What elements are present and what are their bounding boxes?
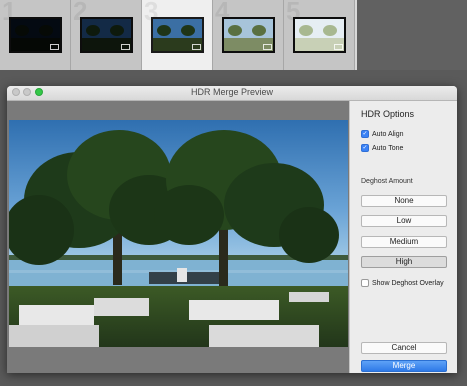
title-bar[interactable]: HDR Merge Preview [7,86,457,101]
filmstrip: 1 2 3 4 5 [0,0,357,70]
filmstrip-cell-4[interactable]: 4 [213,0,284,70]
thumbnail-3[interactable] [151,17,204,53]
auto-align-checkbox[interactable]: ✓ [361,130,369,138]
auto-tone-row[interactable]: ✓ Auto Tone [361,144,403,152]
thumbnail-5[interactable] [293,17,346,53]
thumbnail-2[interactable] [80,17,133,53]
hdr-merge-dialog: HDR Merge Preview HDR Options ✓ Auto Ali… [7,86,457,373]
filmstrip-cell-3[interactable]: 3 [142,0,213,70]
stack-badge-icon [50,44,59,50]
deghost-low-button[interactable]: Low [361,215,447,227]
deghost-amount-label: Deghost Amount [361,178,413,185]
stack-badge-icon [121,44,130,50]
deghost-medium-button[interactable]: Medium [361,236,447,248]
merge-button[interactable]: Merge [361,360,447,372]
auto-align-row[interactable]: ✓ Auto Align [361,130,404,138]
hdr-preview-image [9,120,348,347]
hdr-options-title: HDR Options [361,109,415,119]
deghost-none-button[interactable]: None [361,195,447,207]
show-deghost-overlay-checkbox[interactable] [361,279,369,287]
show-deghost-overlay-label: Show Deghost Overlay [372,279,444,287]
stack-badge-icon [263,44,272,50]
thumbnail-1[interactable] [9,17,62,53]
deghost-high-button[interactable]: High [361,256,447,268]
auto-align-label: Auto Align [372,130,404,138]
auto-tone-checkbox[interactable]: ✓ [361,144,369,152]
wedding-scene-photo [9,120,348,347]
auto-tone-label: Auto Tone [372,144,404,152]
cancel-button[interactable]: Cancel [361,342,447,354]
window-title: HDR Merge Preview [190,87,274,97]
filmstrip-cell-5[interactable]: 5 [284,0,355,70]
show-overlay-row[interactable]: Show Deghost Overlay [361,279,444,287]
background-panel [357,0,467,70]
thumbnail-4[interactable] [222,17,275,53]
preview-area [7,101,349,373]
hdr-options-panel: HDR Options ✓ Auto Align ✓ Auto Tone Deg… [349,101,457,373]
stack-badge-icon [192,44,201,50]
filmstrip-cell-2[interactable]: 2 [71,0,142,70]
stack-badge-icon [334,44,343,50]
filmstrip-cell-1[interactable]: 1 [0,0,71,70]
